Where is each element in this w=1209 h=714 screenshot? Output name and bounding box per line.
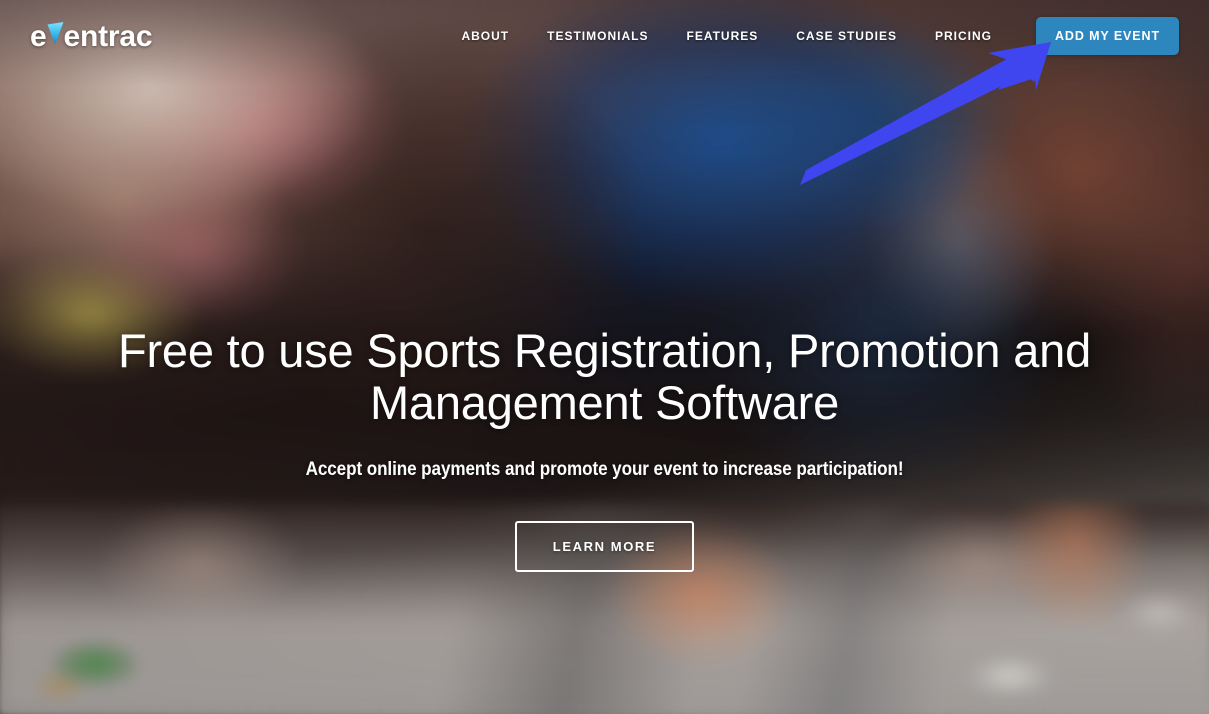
main-navigation: ABOUT TESTIMONIALS FEATURES CASE STUDIES… xyxy=(442,17,1179,55)
nav-item-features[interactable]: FEATURES xyxy=(667,29,777,43)
nav-item-pricing[interactable]: PRICING xyxy=(916,29,1011,43)
hero-headline-line-1: Free to use Sports Registration, Promoti… xyxy=(117,324,1092,377)
nav-item-case-studies[interactable]: CASE STUDIES xyxy=(777,29,916,43)
nav-item-about[interactable]: ABOUT xyxy=(442,29,528,43)
add-my-event-button[interactable]: ADD MY EVENT xyxy=(1035,17,1179,55)
site-header: e entrac ABOUT TESTIMONIALS FEATURES CAS… xyxy=(0,0,1209,72)
hero-headline-line-2: Management Software xyxy=(369,376,840,430)
hero-button-wrap: LEARN MORE xyxy=(60,521,1149,573)
nav-item-testimonials[interactable]: TESTIMONIALS xyxy=(528,29,667,43)
hero-content: Free to use Sports Registration, Promoti… xyxy=(0,324,1209,573)
site-logo[interactable]: e entrac xyxy=(30,20,153,53)
hero-section: e entrac ABOUT TESTIMONIALS FEATURES CAS… xyxy=(0,0,1209,714)
logo-text-before: e xyxy=(30,20,47,53)
hero-subtitle: Accept online payments and promote your … xyxy=(305,459,904,481)
v-checkmark-icon xyxy=(47,20,64,46)
hero-headline: Free to use Sports Registration, Promoti… xyxy=(100,324,1110,430)
logo-text-after: entrac xyxy=(63,20,153,53)
learn-more-button[interactable]: LEARN MORE xyxy=(514,521,695,573)
